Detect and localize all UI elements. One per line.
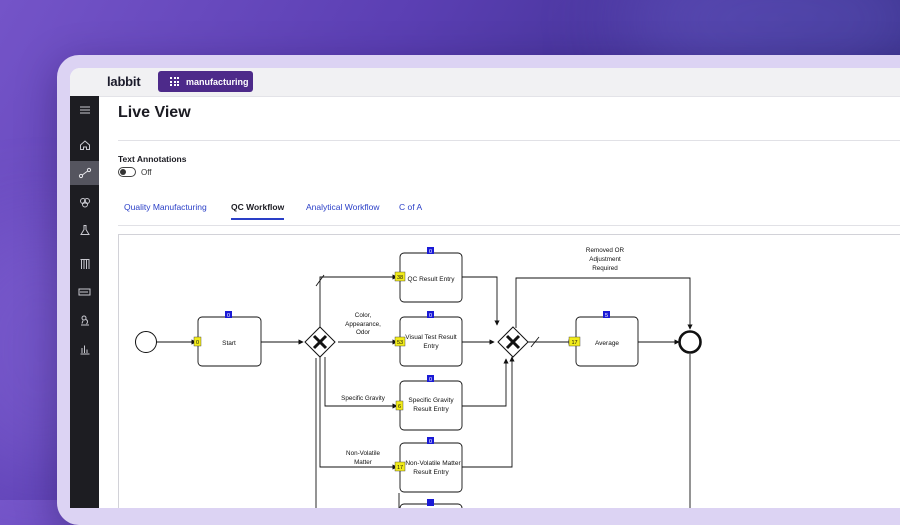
tab-analytical-workflow[interactable]: Analytical Workflow	[306, 202, 380, 218]
flask-icon[interactable]	[70, 218, 99, 242]
toggle-knob	[120, 169, 126, 175]
test-tubes-icon[interactable]	[70, 252, 99, 276]
task-nonvolatile-label-1: Non-Volatile Matter	[405, 460, 461, 467]
task-visual-label-2: Entry	[423, 343, 439, 350]
app-window: labbit manufacturing Live View Text Anno…	[70, 68, 900, 508]
menu-icon[interactable]	[70, 98, 99, 122]
flow-qc-result-to-merge	[462, 276, 500, 326]
start-event[interactable]	[135, 331, 157, 353]
top-count: 0	[429, 377, 432, 383]
microscope-icon[interactable]	[70, 308, 99, 332]
task-specific-gravity-result-entry[interactable]: Specific Gravity Result Entry 0 6	[395, 375, 463, 431]
app-logo[interactable]: labbit	[107, 74, 141, 89]
title-divider	[118, 140, 900, 141]
exclusive-gateway-split[interactable]	[304, 326, 336, 358]
home-icon[interactable]	[70, 133, 99, 157]
side-count: 0	[196, 340, 199, 346]
edge-label-gravity: Specific Gravity	[341, 395, 386, 402]
flow-nonvolatile-to-merge	[462, 356, 515, 468]
edge-label-removed-3: Required	[592, 265, 618, 272]
samples-icon[interactable]	[70, 190, 99, 214]
sidebar	[70, 96, 99, 508]
tab-qc-workflow[interactable]: QC Workflow	[231, 202, 285, 220]
top-count: 5	[605, 313, 608, 319]
task-visual-test-result-entry[interactable]: Visual Test Result Entry 0 53	[394, 311, 463, 367]
side-count: 38	[397, 275, 403, 281]
edge-label-removed-1: Removed OR	[586, 247, 625, 254]
edge-label-color-3: Odor	[356, 329, 370, 336]
workspace-label: manufacturing	[186, 76, 249, 87]
task-average-label: Average	[595, 340, 619, 347]
end-event[interactable]	[678, 330, 702, 354]
task-gravity-label-2: Result Entry	[413, 406, 449, 413]
side-count: 17	[571, 340, 577, 346]
top-count-badge	[427, 499, 434, 506]
tab-c-of-a[interactable]: C of A	[399, 202, 422, 218]
workspace-button[interactable]: manufacturing	[158, 71, 253, 92]
toggle-state-label: Off	[141, 168, 152, 177]
task-start[interactable]: Start 0 0	[193, 311, 262, 367]
task-non-volatile-matter-result-entry[interactable]: Non-Volatile Matter Result Entry 0 17	[394, 437, 463, 493]
battery-icon[interactable]	[70, 280, 99, 304]
grid-icon	[170, 77, 179, 86]
task-nonvolatile-label-2: Result Entry	[413, 469, 449, 476]
flow-gateway-to-qc-result	[319, 274, 398, 327]
top-count: 0	[227, 313, 230, 319]
workflow-icon[interactable]	[70, 161, 99, 185]
task-qc-result-label: QC Result Entry	[408, 276, 456, 283]
bar-chart-icon[interactable]	[70, 337, 99, 361]
exclusive-gateway-merge[interactable]	[497, 326, 529, 358]
edge-label-color-2: Appearance,	[345, 321, 381, 328]
edge-label-nonvolatile-2: Matter	[354, 459, 372, 466]
text-annotations-label: Text Annotations	[118, 154, 187, 164]
text-annotations-toggle[interactable]	[118, 167, 136, 177]
next-task-partial[interactable]	[399, 499, 463, 508]
top-bar: labbit manufacturing	[70, 68, 900, 97]
top-count: 0	[429, 439, 432, 445]
side-count: 6	[398, 404, 401, 410]
workflow-canvas[interactable]: Start 0 0 QC Result Entry 0 38 Visual Te…	[118, 234, 900, 508]
edge-label-removed-2: Adjustment	[589, 256, 621, 263]
edge-label-color-1: Color,	[355, 312, 372, 319]
top-count: 0	[429, 249, 432, 255]
tabs-divider	[118, 225, 900, 226]
workflow-diagram: Start 0 0 QC Result Entry 0 38 Visual Te…	[135, 247, 702, 508]
task-average[interactable]: Average 5 17	[568, 311, 639, 367]
edge-label-nonvolatile-1: Non-Volatile	[346, 450, 380, 457]
page-title: Live View	[118, 104, 191, 121]
side-count: 17	[397, 465, 403, 471]
task-qc-result-entry[interactable]: QC Result Entry 0 38	[394, 247, 463, 303]
side-count: 53	[397, 340, 403, 346]
tab-quality-manufacturing[interactable]: Quality Manufacturing	[124, 202, 207, 218]
task-visual-label-1: Visual Test Result	[405, 334, 457, 341]
flow-gravity-to-merge	[462, 358, 509, 407]
task-gravity-label-1: Specific Gravity	[408, 397, 454, 404]
top-count: 0	[429, 313, 432, 319]
task-start-label: Start	[222, 340, 236, 347]
